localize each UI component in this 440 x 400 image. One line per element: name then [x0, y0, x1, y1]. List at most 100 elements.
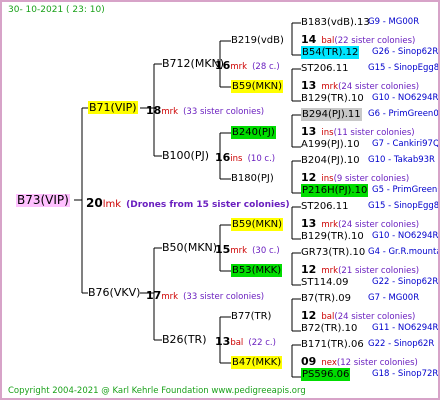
gen3-node-0[interactable]: B219(vdB) [231, 34, 284, 47]
gen4-dam-code: G10 - NO6294R [372, 93, 439, 103]
gen1-mating-1: 17mrk (33 sister colonies) [146, 287, 264, 304]
gen4-dam-code: G26 - Sinop62R [372, 47, 439, 57]
gen4-sire[interactable]: B171(TR).06 [301, 338, 364, 351]
gen4-mrk: bal [321, 312, 335, 322]
gen4-dam[interactable]: PS596.06 [301, 368, 351, 381]
gen1-mating-0: 18mrk (33 sister colonies) [146, 102, 264, 119]
gen4-sire-code: G15 - SinopEgg86R [368, 63, 440, 73]
gen4-dam[interactable]: B72(TR).10 [301, 322, 357, 335]
gen3-node-2[interactable]: B240(PJ) [231, 126, 276, 139]
gen2-node-1[interactable]: B100(PJ) [162, 149, 209, 162]
gen4-dam-code: G18 - Sinop72R [372, 369, 439, 379]
gen4-colonies: (9 sister colonies) [333, 174, 410, 184]
gen4-mrk: ins [321, 128, 334, 138]
gen1-mrk: mrk [161, 107, 179, 117]
gen4-colonies: (24 sister colonies) [338, 220, 420, 230]
gen2-colonies: (22 c.) [248, 338, 276, 348]
gen4-dam-code: G10 - NO6294R [372, 231, 439, 241]
gen3-node-5[interactable]: B53(MKK) [231, 264, 283, 277]
gen2-mrk: mrk [230, 62, 248, 72]
gen4-dam-code: G11 - NO6294R [372, 323, 439, 333]
gen2-num: 16 [215, 59, 231, 72]
gen4-dam[interactable]: P216H(PJ).10 [301, 184, 369, 197]
gen4-dam[interactable]: A199(PJ).10 [301, 138, 360, 151]
gen4-dam[interactable]: B54(TR).12 [301, 46, 360, 59]
gen4-mrk: nex [321, 358, 337, 368]
gen4-colonies: (21 sister colonies) [338, 266, 420, 276]
gen4-sire[interactable]: B7(TR).09 [301, 292, 351, 305]
gen4-sire[interactable]: B183(vdB).13 [301, 16, 370, 29]
gen4-colonies: (12 sister colonies) [336, 358, 418, 368]
gen4-mrk: mrk [321, 266, 339, 276]
gen4-num: 09 [301, 355, 317, 368]
root-mrk: lmk [102, 199, 122, 210]
gen3-node-4[interactable]: B59(MKN) [231, 218, 284, 231]
gen2-mrk: ins [230, 154, 243, 164]
gen2-num: 15 [215, 243, 231, 256]
gen1-num: 18 [146, 104, 162, 117]
gen4-colonies: (11 sister colonies) [333, 128, 415, 138]
gen4-sire-code: G9 - MG00R [368, 17, 420, 27]
gen2-colonies: (28 c.) [252, 62, 280, 72]
gen4-sire-code: G22 - Sinop62R [368, 339, 435, 349]
gen4-colonies: (22 sister colonies) [334, 36, 416, 46]
gen2-mrk: mrk [230, 246, 248, 256]
gen4-sire-code: G10 - Takab93R [368, 155, 435, 165]
root-mating: 20lmk (Drones from 15 sister colonies) [86, 195, 290, 212]
gen1-node-0[interactable]: B71(VIP) [88, 101, 138, 114]
gen4-sire[interactable]: B294(PJ).11 [301, 108, 362, 121]
gen4-dam-code: G7 - Cankiri97Q [372, 139, 440, 149]
gen4-sire-code: G7 - MG00R [368, 293, 420, 303]
copyright: Copyright 2004-2021 @ Karl Kehrle Founda… [8, 386, 306, 396]
gen4-dam[interactable]: B129(TR).10 [301, 92, 364, 105]
gen4-sire[interactable]: GR73(TR).10 [301, 246, 365, 259]
gen1-num: 17 [146, 289, 162, 302]
gen2-node-2[interactable]: B50(MKN) [162, 241, 217, 254]
gen4-colonies: (24 sister colonies) [338, 82, 420, 92]
gen4-mrk: mrk [321, 82, 339, 92]
gen2-mating-1: 16ins (10 c.) [215, 149, 275, 166]
gen2-node-3[interactable]: B26(TR) [162, 333, 207, 346]
gen4-mrk: mrk [321, 220, 339, 230]
gen2-mating-2: 15mrk (30 c.) [215, 241, 280, 258]
gen4-dam[interactable]: B129(TR).10 [301, 230, 364, 243]
gen4-sire[interactable]: ST206.11 [301, 62, 348, 75]
gen4-colonies: (24 sister colonies) [334, 312, 416, 322]
gen4-mrk: bal [321, 36, 335, 46]
gen4-num: 13 [301, 79, 317, 92]
gen1-mrk: mrk [161, 292, 179, 302]
gen4-sire[interactable]: ST206.11 [301, 200, 348, 213]
gen4-dam-code: G5 - PrimGreen00 [372, 185, 438, 195]
gen4-sire-code: G15 - SinopEgg86R [368, 201, 440, 211]
date-label: 30- 10-2021 ( 23: 10) [8, 5, 105, 15]
pedigree-page: 30- 10-2021 ( 23: 10) B73(VIP) 20lmk (Dr… [0, 0, 440, 400]
gen4-sire-code: G6 - PrimGreen00 [368, 109, 440, 119]
gen4-num: 12 [301, 309, 317, 322]
gen4-sire[interactable]: B204(PJ).10 [301, 154, 360, 167]
gen4-num: 12 [301, 263, 317, 276]
gen4-num: 14 [301, 33, 317, 46]
gen2-colonies: (30 c.) [252, 246, 280, 256]
gen2-mating-0: 16mrk (28 c.) [215, 57, 280, 74]
root-num: 20 [86, 196, 103, 210]
root-queen[interactable]: B73(VIP) [16, 194, 70, 207]
gen3-node-1[interactable]: B59(MKN) [231, 80, 284, 93]
gen2-num: 16 [215, 151, 231, 164]
gen1-colonies: (33 sister colonies) [183, 292, 265, 302]
gen2-mating-3: 13bal (22 c.) [215, 333, 276, 350]
gen2-mrk: bal [230, 338, 244, 348]
gen4-sire-code: G4 - Gr.R.mounta [368, 247, 440, 257]
gen2-num: 13 [215, 335, 231, 348]
gen1-node-1[interactable]: B76(VKV) [88, 286, 140, 299]
gen3-node-7[interactable]: B47(MKK) [231, 356, 283, 369]
gen4-num: 12 [301, 171, 317, 184]
gen4-num: 13 [301, 217, 317, 230]
gen4-dam[interactable]: ST114.09 [301, 276, 348, 289]
root-colonies: (Drones from 15 sister colonies) [126, 200, 290, 210]
gen4-mrk: ins [321, 174, 334, 184]
gen3-node-6[interactable]: B77(TR) [231, 310, 271, 323]
gen2-colonies: (10 c.) [247, 154, 276, 164]
gen4-dam-code: G22 - Sinop62R [372, 277, 439, 287]
gen1-colonies: (33 sister colonies) [183, 107, 265, 117]
gen3-node-3[interactable]: B180(PJ) [231, 172, 274, 185]
